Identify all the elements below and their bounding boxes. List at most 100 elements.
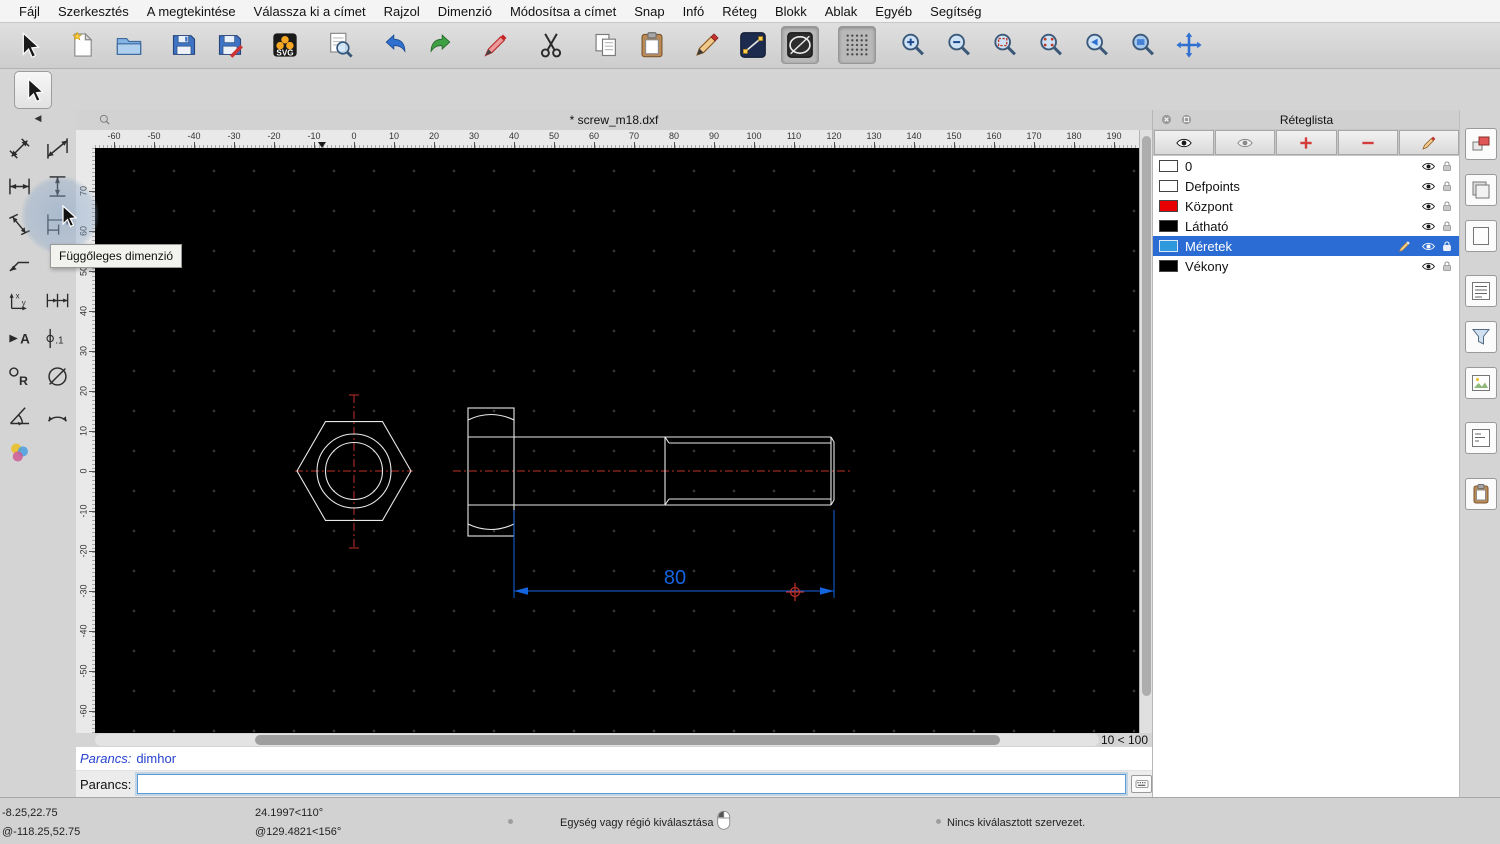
layer-visibility-icon[interactable] bbox=[1421, 259, 1436, 274]
detach-panel-icon[interactable] bbox=[1180, 113, 1193, 126]
menu-item-10[interactable]: Réteg bbox=[713, 4, 766, 19]
layer-lock-icon[interactable] bbox=[1440, 219, 1454, 233]
open-folder-button[interactable] bbox=[111, 27, 147, 63]
tool-dim-diameter[interactable] bbox=[40, 359, 74, 393]
layer-visibility-icon[interactable] bbox=[1421, 219, 1436, 234]
menu-item-12[interactable]: Ablak bbox=[816, 4, 867, 19]
zoom-select-button[interactable] bbox=[1033, 27, 1069, 63]
horizontal-scrollbar[interactable] bbox=[95, 734, 1099, 746]
zoom-window-button[interactable] bbox=[1125, 27, 1161, 63]
strip-list-button[interactable] bbox=[1465, 275, 1497, 307]
save-button[interactable] bbox=[166, 27, 202, 63]
layer-row-Méretek[interactable]: Méretek bbox=[1153, 236, 1460, 256]
vertical-scrollbar[interactable] bbox=[1139, 130, 1153, 733]
layer-color-swatch[interactable] bbox=[1159, 200, 1178, 212]
cut-button[interactable] bbox=[533, 27, 569, 63]
close-panel-icon[interactable] bbox=[1160, 113, 1173, 126]
tool-dim-angular[interactable] bbox=[2, 397, 36, 431]
copy-button[interactable] bbox=[588, 27, 624, 63]
eye-gray-button[interactable] bbox=[1215, 130, 1276, 155]
strip-library-button[interactable] bbox=[1465, 174, 1497, 206]
layer-row-Látható[interactable]: Látható bbox=[1153, 216, 1460, 236]
tool-dim-leader[interactable] bbox=[2, 245, 36, 279]
delete-entity-button[interactable] bbox=[478, 27, 514, 63]
line-tool-button[interactable] bbox=[735, 27, 771, 63]
menu-item-13[interactable]: Egyéb bbox=[866, 4, 921, 19]
menu-item-14[interactable]: Segítség bbox=[921, 4, 990, 19]
layer-row-Vékony[interactable]: Vékony bbox=[1153, 256, 1460, 276]
cursor-arrow-button[interactable] bbox=[10, 27, 46, 63]
zoom-auto-button[interactable] bbox=[987, 27, 1023, 63]
menu-item-5[interactable]: Rajzol bbox=[375, 4, 429, 19]
tool-label-arrow[interactable]: A bbox=[2, 321, 36, 355]
layer-color-swatch[interactable] bbox=[1159, 260, 1178, 272]
save-as-button[interactable] bbox=[212, 27, 248, 63]
tool-dim-vertical[interactable] bbox=[40, 169, 74, 203]
pan-button[interactable] bbox=[1171, 27, 1207, 63]
redo-button[interactable] bbox=[423, 27, 459, 63]
menu-item-9[interactable]: Infó bbox=[674, 4, 714, 19]
layer-color-swatch[interactable] bbox=[1159, 220, 1178, 232]
print-preview-button[interactable] bbox=[322, 27, 358, 63]
strip-blank-button[interactable] bbox=[1465, 220, 1497, 252]
layer-color-swatch[interactable] bbox=[1159, 240, 1178, 252]
pencil-small-icon[interactable] bbox=[1397, 239, 1412, 254]
menu-item-11[interactable]: Blokk bbox=[766, 4, 816, 19]
add-layer-button[interactable] bbox=[1276, 130, 1337, 155]
layer-visibility-icon[interactable] bbox=[1421, 159, 1436, 174]
layer-row-Defpoints[interactable]: Defpoints bbox=[1153, 176, 1460, 196]
layer-lock-icon[interactable] bbox=[1440, 259, 1454, 273]
new-file-button[interactable] bbox=[65, 27, 101, 63]
remove-layer-button[interactable] bbox=[1337, 130, 1398, 155]
menu-item-1[interactable]: Fájl bbox=[10, 4, 49, 19]
layer-lock-icon[interactable] bbox=[1440, 179, 1454, 193]
horizontal-scrollbar-thumb[interactable] bbox=[255, 735, 1000, 745]
tool-dim-baseline[interactable] bbox=[40, 207, 74, 241]
tool-dim-horizontal[interactable] bbox=[2, 169, 36, 203]
tool-dim-radius[interactable]: R bbox=[2, 359, 36, 393]
layer-row-Központ[interactable]: Központ bbox=[1153, 196, 1460, 216]
strip-preview-button[interactable] bbox=[1465, 367, 1497, 399]
strip-clipboard-button[interactable] bbox=[1465, 478, 1497, 510]
zoom-in-button[interactable] bbox=[895, 27, 931, 63]
svg-export-button[interactable]: SVG bbox=[267, 27, 303, 63]
undo-button[interactable] bbox=[377, 27, 413, 63]
strip-command-button[interactable] bbox=[1465, 422, 1497, 454]
grid-toggle-button[interactable] bbox=[838, 26, 876, 64]
layer-row-0[interactable]: 0 bbox=[1153, 156, 1460, 176]
menu-item-7[interactable]: Módosítsa a címet bbox=[501, 4, 625, 19]
menu-item-6[interactable]: Dimenzió bbox=[429, 4, 501, 19]
selection-tool-button[interactable] bbox=[14, 71, 52, 109]
panel-collapse-button[interactable]: ◀ bbox=[0, 110, 76, 126]
layer-lock-icon[interactable] bbox=[1440, 159, 1454, 173]
layer-visibility-icon[interactable] bbox=[1421, 179, 1436, 194]
layer-color-swatch[interactable] bbox=[1159, 180, 1178, 192]
menu-item-3[interactable]: A megtekintése bbox=[138, 4, 245, 19]
draw-pen-button[interactable] bbox=[689, 27, 725, 63]
menu-item-2[interactable]: Szerkesztés bbox=[49, 4, 138, 19]
tool-dim-linear[interactable] bbox=[40, 131, 74, 165]
drawing-area[interactable]: 80 bbox=[95, 148, 1139, 733]
drawing-canvas[interactable]: 80 bbox=[95, 148, 1139, 733]
paste-button[interactable] bbox=[634, 27, 670, 63]
tool-dim-rotated[interactable] bbox=[2, 207, 36, 241]
eye-open-button[interactable] bbox=[1154, 130, 1215, 155]
zoom-out-button[interactable] bbox=[941, 27, 977, 63]
layer-visibility-icon[interactable] bbox=[1421, 239, 1436, 254]
tool-dim-arc[interactable] bbox=[40, 397, 74, 431]
menu-item-8[interactable]: Snap bbox=[625, 4, 673, 19]
tool-dim-ordinate[interactable]: xy bbox=[2, 283, 36, 317]
tool-paint[interactable] bbox=[2, 435, 36, 469]
vertical-scrollbar-thumb[interactable] bbox=[1142, 136, 1151, 696]
strip-block-button[interactable] bbox=[1465, 128, 1497, 160]
tool-dim-continue[interactable] bbox=[40, 283, 74, 317]
layer-visibility-icon[interactable] bbox=[1421, 199, 1436, 214]
command-input[interactable] bbox=[137, 774, 1127, 794]
layer-lock-icon[interactable] bbox=[1440, 239, 1454, 253]
command-options-button[interactable] bbox=[1131, 775, 1152, 793]
edit-layer-button[interactable] bbox=[1398, 130, 1459, 155]
circle-tool-button[interactable] bbox=[781, 26, 819, 64]
tool-dim-aligned[interactable] bbox=[2, 131, 36, 165]
strip-filter-button[interactable] bbox=[1465, 321, 1497, 353]
layer-lock-icon[interactable] bbox=[1440, 199, 1454, 213]
